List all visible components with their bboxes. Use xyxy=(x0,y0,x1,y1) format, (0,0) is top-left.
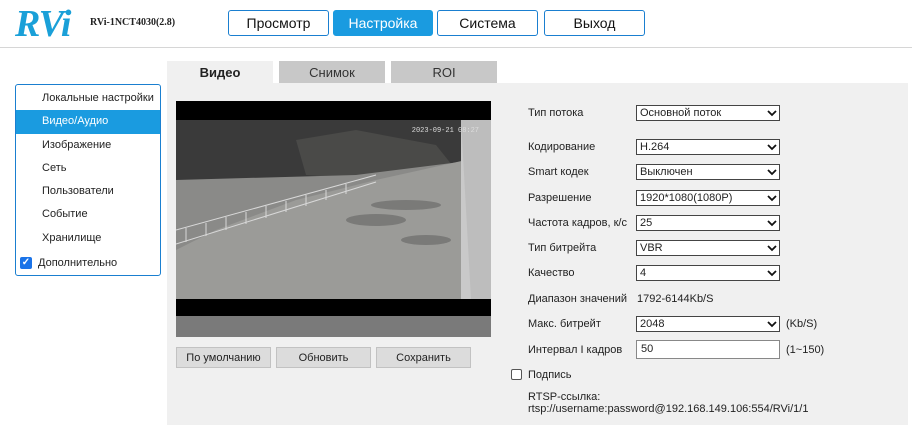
chevron-down-icon xyxy=(765,241,779,255)
header-divider xyxy=(0,47,912,48)
settings-tabs: Видео Снимок ROI xyxy=(167,61,497,83)
checkbox-checked-icon[interactable]: ✓ xyxy=(20,257,32,269)
chevron-down-icon xyxy=(765,317,779,331)
chevron-down-icon xyxy=(765,165,779,179)
top-nav: Просмотр Настройка Система Выход xyxy=(228,10,645,36)
tab-snapshot[interactable]: Снимок xyxy=(279,61,385,83)
nav-settings-button[interactable]: Настройка xyxy=(333,10,433,36)
sidebar-item-storage[interactable]: Хранилище xyxy=(16,227,160,250)
quality-select[interactable]: 4 xyxy=(636,265,780,281)
chevron-down-icon xyxy=(765,216,779,230)
chevron-down-icon xyxy=(765,191,779,205)
advanced-label: Дополнительно xyxy=(38,257,118,269)
caption-label: Подпись xyxy=(528,369,572,381)
range-value: 1792-6144Kb/S xyxy=(637,293,714,305)
sidebar-item-image[interactable]: Изображение xyxy=(16,134,160,157)
refresh-button[interactable]: Обновить xyxy=(276,347,371,368)
encoding-value: H.264 xyxy=(640,141,670,153)
resolution-select[interactable]: 1920*1080(1080P) xyxy=(636,190,780,206)
caption-checkbox[interactable] xyxy=(511,369,522,380)
max-bitrate-unit: (Kb/S) xyxy=(786,318,818,330)
sidebar-advanced-toggle[interactable]: ✓ Дополнительно xyxy=(20,257,117,269)
sidebar-item-video-audio[interactable]: Видео/Аудио xyxy=(16,110,160,134)
max-bitrate-label: Макс. битрейт xyxy=(528,318,601,330)
video-letterbox-top xyxy=(176,101,491,120)
video-osd-timestamp: 2023-09-21 08:27 xyxy=(411,127,479,135)
max-bitrate-value: 2048 xyxy=(640,318,665,330)
video-preview: 2023-09-21 08:27 xyxy=(176,101,491,337)
i-interval-range: (1~150) xyxy=(786,344,825,356)
max-bitrate-select[interactable]: 2048 xyxy=(636,316,780,332)
tab-video[interactable]: Видео xyxy=(167,61,273,83)
nav-logout-button[interactable]: Выход xyxy=(544,10,645,36)
i-interval-label: Интервал I кадров xyxy=(528,344,623,356)
action-buttons: По умолчанию Обновить Сохранить xyxy=(176,347,471,368)
camera-scene-image xyxy=(176,120,491,299)
chevron-down-icon xyxy=(765,266,779,280)
settings-sidebar: Локальные настройки Видео/Аудио Изображе… xyxy=(15,84,161,276)
stream-type-value: Основной поток xyxy=(640,107,722,119)
framerate-select[interactable]: 25 xyxy=(636,215,780,231)
rtsp-url: rtsp://username:password@192.168.149.106… xyxy=(528,403,809,415)
resolution-label: Разрешение xyxy=(528,192,592,204)
framerate-label: Частота кадров, к/с xyxy=(528,217,627,229)
rvi-logo: RVi xyxy=(15,3,71,45)
framerate-value: 25 xyxy=(640,217,653,229)
encoding-select[interactable]: H.264 xyxy=(636,139,780,155)
range-label: Диапазон значений xyxy=(528,293,628,305)
smart-codec-select[interactable]: Выключен xyxy=(636,164,780,180)
bitrate-type-label: Тип битрейта xyxy=(528,242,597,254)
video-letterbox-bottom xyxy=(176,299,491,316)
nav-preview-button[interactable]: Просмотр xyxy=(228,10,329,36)
sidebar-item-event[interactable]: Событие xyxy=(16,203,160,226)
default-button[interactable]: По умолчанию xyxy=(176,347,271,368)
nav-system-button[interactable]: Система xyxy=(437,10,538,36)
stream-type-label: Тип потока xyxy=(528,107,584,119)
i-interval-input[interactable]: 50 xyxy=(636,340,780,359)
quality-value: 4 xyxy=(640,267,647,279)
quality-label: Качество xyxy=(528,267,575,279)
encoding-label: Кодирование xyxy=(528,141,596,153)
smart-codec-value: Выключен xyxy=(640,166,693,178)
sidebar-item-users[interactable]: Пользователи xyxy=(16,180,160,203)
sidebar-item-network[interactable]: Сеть xyxy=(16,157,160,180)
bitrate-type-value: VBR xyxy=(640,242,663,254)
bitrate-type-select[interactable]: VBR xyxy=(636,240,780,256)
sidebar-item-local[interactable]: Локальные настройки xyxy=(16,87,160,110)
chevron-down-icon xyxy=(765,140,779,154)
save-button[interactable]: Сохранить xyxy=(376,347,471,368)
rtsp-label: RTSP-ссылка: xyxy=(528,391,601,403)
device-model: RVi-1NCT4030(2.8) xyxy=(90,17,176,28)
tab-roi[interactable]: ROI xyxy=(391,61,497,83)
chevron-down-icon xyxy=(765,106,779,120)
resolution-value: 1920*1080(1080P) xyxy=(640,192,733,204)
smart-codec-label: Smart кодек xyxy=(528,166,589,178)
stream-type-select[interactable]: Основной поток xyxy=(636,105,780,121)
